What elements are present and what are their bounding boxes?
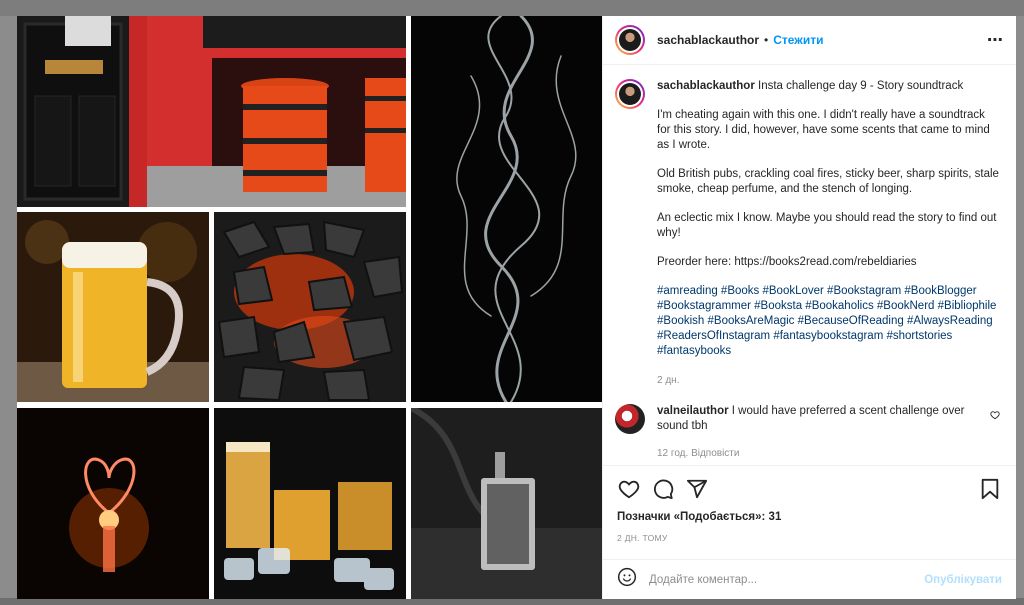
perfume-bottle-photo xyxy=(411,408,602,599)
post-timestamp: 2 ДН. ТОМУ xyxy=(617,533,668,543)
comment-item: valneilauthor I would have preferred a s… xyxy=(615,404,1000,461)
post-side-panel: sachablackauthor • Стежити ⋯ sachablacka… xyxy=(602,16,1016,599)
likes-count[interactable]: Позначки «Подобається»: 31 xyxy=(603,511,1016,529)
author-username[interactable]: sachablackauthor xyxy=(657,33,759,47)
dimmed-page-top xyxy=(0,0,1024,16)
beer-mug-photo xyxy=(17,212,209,402)
caption-preorder-link[interactable]: Preorder here: https://books2read.com/re… xyxy=(657,255,1000,270)
post-header: sachablackauthor • Стежити ⋯ xyxy=(603,16,1016,65)
caption-username[interactable]: sachablackauthor xyxy=(657,80,755,92)
comment-meta[interactable]: 12 год. Відповісти xyxy=(657,446,987,461)
bookmark-icon[interactable] xyxy=(976,475,1004,503)
header-separator: • xyxy=(764,33,769,47)
pub-barrels-photo xyxy=(17,16,406,207)
caption-avatar[interactable] xyxy=(615,79,645,109)
burning-coal-photo xyxy=(214,212,406,402)
caption-body: sachablackauthor Insta challenge day 9 -… xyxy=(657,79,1000,388)
dimmed-page-bottom xyxy=(0,598,1024,605)
comment-icon[interactable] xyxy=(649,475,677,503)
post-modal: sachablackauthor • Стежити ⋯ sachablacka… xyxy=(17,16,1016,599)
caption-title: Insta challenge day 9 - Story soundtrack xyxy=(758,80,964,92)
follow-button[interactable]: Стежити xyxy=(773,33,823,47)
commenter-username[interactable]: valneilauthor xyxy=(657,405,729,417)
heart-icon[interactable] xyxy=(615,475,643,503)
whisky-glasses-photo xyxy=(214,408,406,599)
caption-paragraph: Old British pubs, crackling coal fires, … xyxy=(657,168,999,195)
author-avatar[interactable] xyxy=(615,25,645,55)
publish-button[interactable]: Опублікувати xyxy=(924,574,1002,586)
comments-section[interactable]: sachablackauthor Insta challenge day 9 -… xyxy=(603,65,1016,465)
add-comment-bar: Опублікувати xyxy=(603,559,1016,599)
caption-paragraph: I'm cheating again with this one. I didn… xyxy=(657,109,990,151)
heart-icon[interactable] xyxy=(990,410,1000,423)
share-icon[interactable] xyxy=(683,475,711,503)
caption-paragraph: An eclectic mix I know. Maybe you should… xyxy=(657,212,997,239)
comment-input[interactable] xyxy=(649,573,925,586)
post-actions xyxy=(603,465,1016,511)
smoke-photo xyxy=(411,16,602,402)
caption-hashtags[interactable]: #amreading #Books #BookLover #Bookstagra… xyxy=(657,284,1000,359)
sparkler-heart-photo xyxy=(17,408,209,599)
commenter-avatar[interactable] xyxy=(615,404,645,434)
emoji-icon[interactable] xyxy=(617,567,637,592)
caption: sachablackauthor Insta challenge day 9 -… xyxy=(615,79,1000,388)
caption-age: 2 дн. xyxy=(657,375,680,386)
comment-body: valneilauthor I would have preferred a s… xyxy=(657,404,987,461)
post-image-collage[interactable] xyxy=(17,16,602,599)
more-options-icon[interactable]: ⋯ xyxy=(987,30,1004,50)
